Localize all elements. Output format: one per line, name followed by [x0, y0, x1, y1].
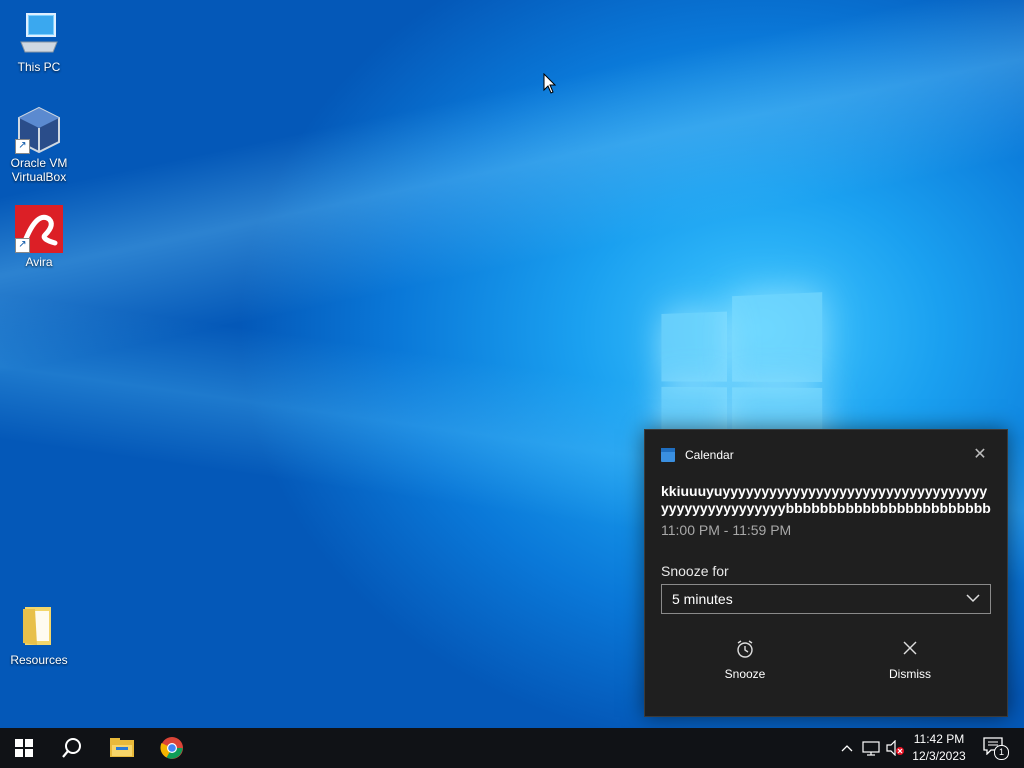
chevron-down-icon: [966, 585, 980, 623]
folder-icon: [15, 603, 63, 651]
start-button[interactable]: [0, 728, 48, 768]
action-center-button[interactable]: 1: [976, 728, 1012, 768]
dismiss-button[interactable]: Dismiss: [830, 635, 990, 695]
snooze-label: Snooze for: [661, 563, 729, 579]
dismiss-x-icon: [830, 635, 990, 661]
taskbar: 11:42 PM 12/3/2023 1: [0, 728, 1024, 768]
notification-title-line2: yyyyyyyyyyyyyyyybbbbbbbbbbbbbbbbbbbbbbbb…: [661, 500, 991, 516]
desktop-icon-label: Oracle VM VirtualBox: [10, 156, 68, 184]
virtualbox-icon: ↗: [15, 106, 63, 154]
clock-time: 11:42 PM: [913, 732, 965, 746]
volume-button[interactable]: [884, 728, 906, 768]
notification-count-badge: 1: [994, 745, 1009, 760]
shortcut-arrow-icon: ↗: [15, 238, 30, 253]
desktop-icon-virtualbox[interactable]: ↗ Oracle VM VirtualBox: [2, 106, 76, 184]
desktop-icon-label: Resources: [10, 653, 68, 667]
calendar-icon: [661, 448, 675, 462]
volume-muted-icon: [886, 740, 904, 756]
clock-date: 12/3/2023: [912, 749, 966, 763]
notification-app-name: Calendar: [685, 448, 734, 462]
desktop-icon-resources[interactable]: Resources: [2, 603, 76, 667]
snooze-dropdown[interactable]: 5 minutes: [661, 584, 991, 614]
file-explorer-icon: [110, 738, 134, 757]
snooze-button-label: Snooze: [724, 667, 766, 681]
calendar-notification[interactable]: Calendar ✕ kkiuuuyuyyyyyyyyyyyyyyyyyyyyy…: [644, 429, 1008, 717]
chrome-icon: [160, 737, 183, 759]
alarm-clock-icon: [665, 635, 825, 661]
desktop-icon-label: Avira: [25, 255, 53, 269]
dismiss-button-label: Dismiss: [889, 667, 931, 681]
taskbar-clock[interactable]: 11:42 PM 12/3/2023: [907, 731, 971, 765]
close-icon[interactable]: ✕: [971, 446, 989, 464]
avira-icon: ↗: [15, 205, 63, 253]
notification-title-line1: kkiuuuyuyyyyyyyyyyyyyyyyyyyyyyyyyyyyyyyy…: [661, 483, 988, 499]
start-icon: [15, 739, 33, 757]
search-button[interactable]: [48, 728, 96, 768]
mouse-cursor-icon: [543, 73, 557, 94]
notification-header: Calendar: [661, 448, 734, 462]
desktop-icon-this-pc[interactable]: This PC: [2, 10, 76, 74]
network-icon: [862, 741, 880, 756]
show-hidden-icons-button[interactable]: [836, 728, 858, 768]
chrome-button[interactable]: [148, 728, 196, 768]
search-icon: [62, 738, 81, 758]
this-pc-icon: [15, 10, 63, 58]
notification-title: kkiuuuyuyyyyyyyyyyyyyyyyyyyyyyyyyyyyyyyy…: [661, 483, 991, 517]
file-explorer-button[interactable]: [98, 728, 146, 768]
desktop-icon-label: This PC: [17, 60, 61, 74]
shortcut-arrow-icon: ↗: [15, 139, 30, 154]
notification-time-range: 11:00 PM - 11:59 PM: [661, 522, 792, 538]
snooze-button[interactable]: Snooze: [665, 635, 825, 695]
desktop-icon-avira[interactable]: ↗ Avira: [2, 205, 76, 269]
chevron-up-icon: [841, 745, 853, 752]
network-button[interactable]: [860, 728, 882, 768]
snooze-selected-value: 5 minutes: [672, 591, 733, 607]
